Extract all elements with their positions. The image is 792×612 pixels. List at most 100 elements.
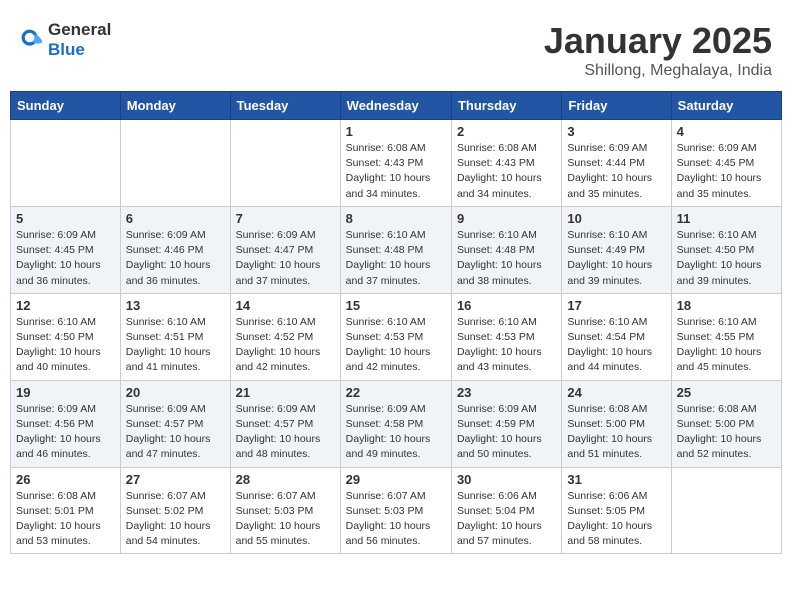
day-number: 12	[16, 298, 115, 313]
day-number: 22	[346, 385, 446, 400]
calendar-week-row: 26Sunrise: 6:08 AM Sunset: 5:01 PM Dayli…	[11, 467, 782, 554]
calendar-cell: 30 Sunrise: 6:06 AM Sunset: 5:04 PM Dayli…	[451, 467, 561, 554]
day-info: Sunrise: 6:08 AM Sunset: 5:00 PM Dayligh…	[567, 402, 665, 463]
day-number: 9	[457, 211, 556, 226]
calendar-cell: 31Sunrise: 6:06 AM Sunset: 5:05 PM Dayli…	[562, 467, 671, 554]
calendar-cell: 14 Sunrise: 6:10 AM Sunset: 4:52 PM Dayli…	[230, 293, 340, 380]
calendar-cell: 6Sunrise: 6:09 AM Sunset: 4:46 PM Daylig…	[120, 206, 230, 293]
calendar-cell: 21Sunrise: 6:09 AM Sunset: 4:57 PM Dayli…	[230, 380, 340, 467]
calendar-week-row: 1 Sunrise: 6:08 AM Sunset: 4:43 PM Daylig…	[11, 120, 782, 207]
weekday-header-wednesday: Wednesday	[340, 92, 451, 120]
day-number: 4	[677, 124, 776, 139]
calendar-cell: 20Sunrise: 6:09 AM Sunset: 4:57 PM Dayli…	[120, 380, 230, 467]
calendar-cell: 11 Sunrise: 6:10 AM Sunset: 4:50 PM Dayli…	[671, 206, 781, 293]
day-number: 7	[236, 211, 335, 226]
day-info: Sunrise: 6:09 AM Sunset: 4:45 PM Dayligh…	[677, 141, 776, 202]
calendar-cell: 19 Sunrise: 6:09 AM Sunset: 4:56 PM Dayli…	[11, 380, 121, 467]
calendar-title: January 2025	[544, 20, 772, 62]
logo-icon	[20, 28, 44, 52]
day-info: Sunrise: 6:08 AM Sunset: 4:43 PM Dayligh…	[457, 141, 556, 202]
calendar-cell: 2 Sunrise: 6:08 AM Sunset: 4:43 PM Daylig…	[451, 120, 561, 207]
calendar-cell	[120, 120, 230, 207]
day-info: Sunrise: 6:06 AM Sunset: 5:04 PM Dayligh…	[457, 489, 556, 550]
calendar-cell: 10 Sunrise: 6:10 AM Sunset: 4:49 PM Dayli…	[562, 206, 671, 293]
day-info: Sunrise: 6:09 AM Sunset: 4:58 PM Dayligh…	[346, 402, 446, 463]
calendar-week-row: 12 Sunrise: 6:10 AM Sunset: 4:50 PM Dayli…	[11, 293, 782, 380]
day-number: 19	[16, 385, 115, 400]
day-info: Sunrise: 6:10 AM Sunset: 4:54 PM Dayligh…	[567, 315, 665, 376]
logo-blue: Blue	[48, 40, 85, 59]
title-section: January 2025 Shillong, Meghalaya, India	[544, 20, 772, 80]
weekday-header-friday: Friday	[562, 92, 671, 120]
calendar-cell: 25 Sunrise: 6:08 AM Sunset: 5:00 PM Dayli…	[671, 380, 781, 467]
calendar-cell: 27Sunrise: 6:07 AM Sunset: 5:02 PM Dayli…	[120, 467, 230, 554]
day-number: 23	[457, 385, 556, 400]
day-info: Sunrise: 6:10 AM Sunset: 4:49 PM Dayligh…	[567, 228, 665, 289]
day-number: 1	[346, 124, 446, 139]
day-info: Sunrise: 6:08 AM Sunset: 4:43 PM Dayligh…	[346, 141, 446, 202]
day-number: 31	[567, 472, 665, 487]
calendar-cell: 24 Sunrise: 6:08 AM Sunset: 5:00 PM Dayli…	[562, 380, 671, 467]
calendar-cell: 18Sunrise: 6:10 AM Sunset: 4:55 PM Dayli…	[671, 293, 781, 380]
page-header: General Blue January 2025 Shillong, Megh…	[10, 10, 782, 85]
day-number: 30	[457, 472, 556, 487]
calendar-cell	[230, 120, 340, 207]
logo: General Blue	[20, 20, 111, 60]
day-info: Sunrise: 6:09 AM Sunset: 4:56 PM Dayligh…	[16, 402, 115, 463]
day-number: 11	[677, 211, 776, 226]
calendar-cell: 22 Sunrise: 6:09 AM Sunset: 4:58 PM Dayli…	[340, 380, 451, 467]
day-number: 21	[236, 385, 335, 400]
calendar-cell: 29Sunrise: 6:07 AM Sunset: 5:03 PM Dayli…	[340, 467, 451, 554]
day-number: 3	[567, 124, 665, 139]
day-info: Sunrise: 6:10 AM Sunset: 4:55 PM Dayligh…	[677, 315, 776, 376]
weekday-header-row: SundayMondayTuesdayWednesdayThursdayFrid…	[11, 92, 782, 120]
calendar-cell: 15 Sunrise: 6:10 AM Sunset: 4:53 PM Dayli…	[340, 293, 451, 380]
day-number: 25	[677, 385, 776, 400]
weekday-header-tuesday: Tuesday	[230, 92, 340, 120]
day-number: 17	[567, 298, 665, 313]
day-info: Sunrise: 6:10 AM Sunset: 4:48 PM Dayligh…	[457, 228, 556, 289]
day-info: Sunrise: 6:10 AM Sunset: 4:53 PM Dayligh…	[457, 315, 556, 376]
calendar-week-row: 19 Sunrise: 6:09 AM Sunset: 4:56 PM Dayli…	[11, 380, 782, 467]
day-info: Sunrise: 6:09 AM Sunset: 4:44 PM Dayligh…	[567, 141, 665, 202]
day-number: 2	[457, 124, 556, 139]
day-info: Sunrise: 6:09 AM Sunset: 4:45 PM Dayligh…	[16, 228, 115, 289]
calendar-cell: 5 Sunrise: 6:09 AM Sunset: 4:45 PM Daylig…	[11, 206, 121, 293]
calendar-cell	[11, 120, 121, 207]
day-info: Sunrise: 6:10 AM Sunset: 4:50 PM Dayligh…	[16, 315, 115, 376]
day-info: Sunrise: 6:08 AM Sunset: 5:00 PM Dayligh…	[677, 402, 776, 463]
calendar-week-row: 5 Sunrise: 6:09 AM Sunset: 4:45 PM Daylig…	[11, 206, 782, 293]
weekday-header-sunday: Sunday	[11, 92, 121, 120]
logo-general: General	[48, 20, 111, 39]
weekday-header-thursday: Thursday	[451, 92, 561, 120]
day-number: 26	[16, 472, 115, 487]
calendar-cell: 3 Sunrise: 6:09 AM Sunset: 4:44 PM Daylig…	[562, 120, 671, 207]
day-number: 14	[236, 298, 335, 313]
calendar-cell: 13Sunrise: 6:10 AM Sunset: 4:51 PM Dayli…	[120, 293, 230, 380]
day-number: 5	[16, 211, 115, 226]
logo-wordmark: General Blue	[48, 20, 111, 60]
day-info: Sunrise: 6:09 AM Sunset: 4:59 PM Dayligh…	[457, 402, 556, 463]
day-info: Sunrise: 6:07 AM Sunset: 5:03 PM Dayligh…	[346, 489, 446, 550]
day-info: Sunrise: 6:10 AM Sunset: 4:52 PM Dayligh…	[236, 315, 335, 376]
day-info: Sunrise: 6:09 AM Sunset: 4:57 PM Dayligh…	[126, 402, 225, 463]
calendar-cell: 28Sunrise: 6:07 AM Sunset: 5:03 PM Dayli…	[230, 467, 340, 554]
day-info: Sunrise: 6:09 AM Sunset: 4:46 PM Dayligh…	[126, 228, 225, 289]
weekday-header-monday: Monday	[120, 92, 230, 120]
calendar-cell: 16 Sunrise: 6:10 AM Sunset: 4:53 PM Dayli…	[451, 293, 561, 380]
day-number: 10	[567, 211, 665, 226]
calendar-cell: 8Sunrise: 6:10 AM Sunset: 4:48 PM Daylig…	[340, 206, 451, 293]
calendar-cell	[671, 467, 781, 554]
day-number: 24	[567, 385, 665, 400]
day-number: 8	[346, 211, 446, 226]
day-number: 28	[236, 472, 335, 487]
day-info: Sunrise: 6:10 AM Sunset: 4:50 PM Dayligh…	[677, 228, 776, 289]
day-number: 15	[346, 298, 446, 313]
day-number: 16	[457, 298, 556, 313]
day-number: 27	[126, 472, 225, 487]
day-info: Sunrise: 6:10 AM Sunset: 4:53 PM Dayligh…	[346, 315, 446, 376]
calendar-table: SundayMondayTuesdayWednesdayThursdayFrid…	[10, 91, 782, 554]
calendar-cell: 4 Sunrise: 6:09 AM Sunset: 4:45 PM Daylig…	[671, 120, 781, 207]
calendar-cell: 26Sunrise: 6:08 AM Sunset: 5:01 PM Dayli…	[11, 467, 121, 554]
calendar-cell: 7Sunrise: 6:09 AM Sunset: 4:47 PM Daylig…	[230, 206, 340, 293]
